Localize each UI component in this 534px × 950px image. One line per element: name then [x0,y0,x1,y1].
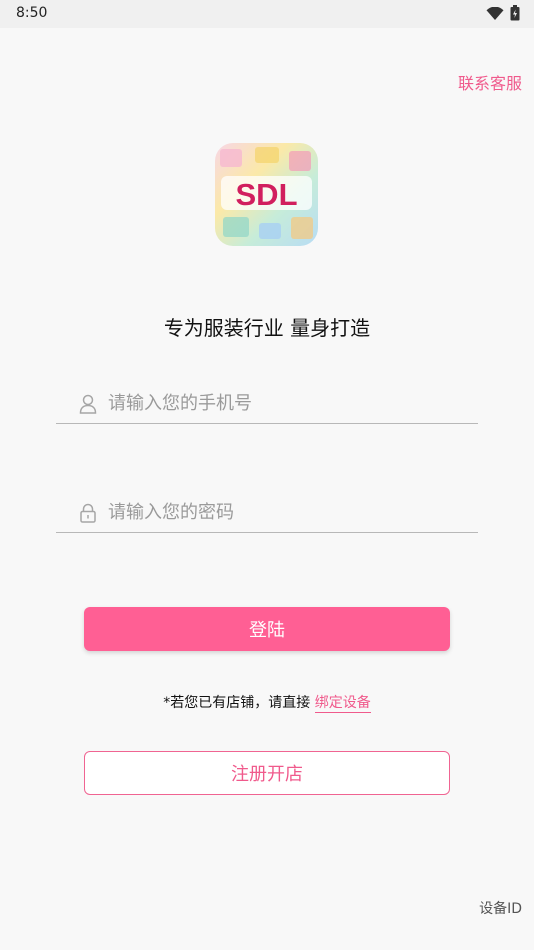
hint-text: *若您已有店铺，请直接 [163,695,315,711]
logo-text: SDL [236,177,298,212]
phone-input[interactable] [108,393,448,414]
user-icon [78,393,98,415]
status-time: 8:50 [16,5,48,21]
wifi-icon [486,6,504,25]
battery-icon [510,5,520,25]
login-button[interactable]: 登陆 [84,607,450,651]
contact-support-link[interactable]: 联系客服 [458,70,522,94]
password-field [56,493,478,533]
bind-device-hint: *若您已有店铺，请直接 绑定设备 [0,692,534,713]
bind-device-link[interactable]: 绑定设备 [314,695,371,713]
app-logo: SDL [215,143,318,246]
tagline: 专为服装行业 量身打造 [163,316,371,340]
password-input[interactable] [108,502,448,523]
status-bar: 8:50 [0,0,534,28]
device-id-link[interactable]: 设备ID [479,898,522,918]
lock-icon [78,502,98,524]
phone-field [56,384,478,424]
register-shop-button[interactable]: 注册开店 [84,751,450,795]
status-icons [486,5,520,25]
